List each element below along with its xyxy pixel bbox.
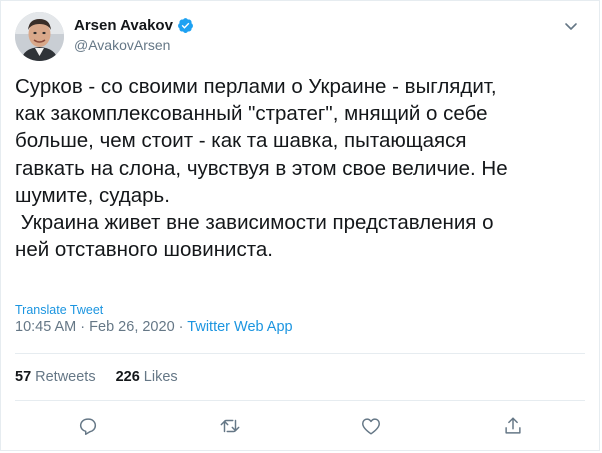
tweet-text-line: Сурков - со своими перлами о Украине - в… bbox=[15, 75, 497, 98]
tweet-date[interactable]: Feb 26, 2020 bbox=[89, 319, 174, 335]
name-row: Arsen Avakov bbox=[74, 14, 194, 36]
avatar[interactable] bbox=[15, 12, 64, 61]
tweet-text-line: гавкать на слона, чувствуя в этом свое в… bbox=[15, 156, 508, 180]
tweet-header: Arsen Avakov @AvakovArsen bbox=[15, 12, 587, 64]
tweet-text-line: Украина живет вне зависимости представле… bbox=[15, 211, 494, 235]
meta-separator: · bbox=[80, 319, 86, 335]
author-handle[interactable]: @AvakovArsen bbox=[74, 37, 194, 53]
share-icon[interactable] bbox=[502, 415, 526, 439]
likes-label: Likes bbox=[143, 369, 178, 385]
divider bbox=[15, 400, 585, 401]
retweets-count: 57 bbox=[15, 369, 32, 385]
reply-icon[interactable] bbox=[77, 415, 101, 439]
author-info: Arsen Avakov @AvakovArsen bbox=[74, 14, 194, 53]
verified-badge-icon bbox=[177, 17, 194, 34]
retweets-stat[interactable]: 57 Retweets bbox=[15, 369, 96, 385]
likes-stat[interactable]: 226 Likes bbox=[116, 369, 178, 385]
tweet-text-line: ней отставного шовиниста. bbox=[15, 238, 273, 262]
tweet-card: Arsen Avakov @AvakovArsen Сурков - со св… bbox=[0, 0, 600, 451]
retweet-icon[interactable] bbox=[218, 415, 242, 439]
meta-separator: · bbox=[178, 319, 184, 335]
tweet-time[interactable]: 10:45 AM bbox=[15, 319, 76, 335]
tweet-meta: 10:45 AM · Feb 26, 2020 · Twitter Web Ap… bbox=[15, 319, 293, 335]
tweet-text-line: как закомплексованный "стратег", мнящий … bbox=[15, 102, 488, 126]
translate-tweet-link[interactable]: Translate Tweet bbox=[15, 303, 103, 317]
tweet-text: Сурков - со своими перлами о Украине - в… bbox=[15, 73, 590, 263]
heart-icon[interactable] bbox=[360, 415, 384, 439]
tweet-source-link[interactable]: Twitter Web App bbox=[187, 319, 292, 335]
avatar-image bbox=[15, 12, 64, 61]
chevron-down-icon[interactable] bbox=[561, 16, 581, 36]
likes-count: 226 bbox=[115, 369, 140, 385]
retweets-label: Retweets bbox=[35, 369, 96, 385]
tweet-actions bbox=[1, 415, 599, 441]
tweet-text-line: шумите, сударь. bbox=[15, 183, 170, 207]
author-display-name[interactable]: Arsen Avakov bbox=[74, 17, 173, 34]
tweet-stats: 57 Retweets 226 Likes bbox=[15, 369, 178, 385]
tweet-text-line: больше, чем стоит - как та шавка, пытающ… bbox=[15, 129, 467, 153]
divider bbox=[15, 353, 585, 354]
